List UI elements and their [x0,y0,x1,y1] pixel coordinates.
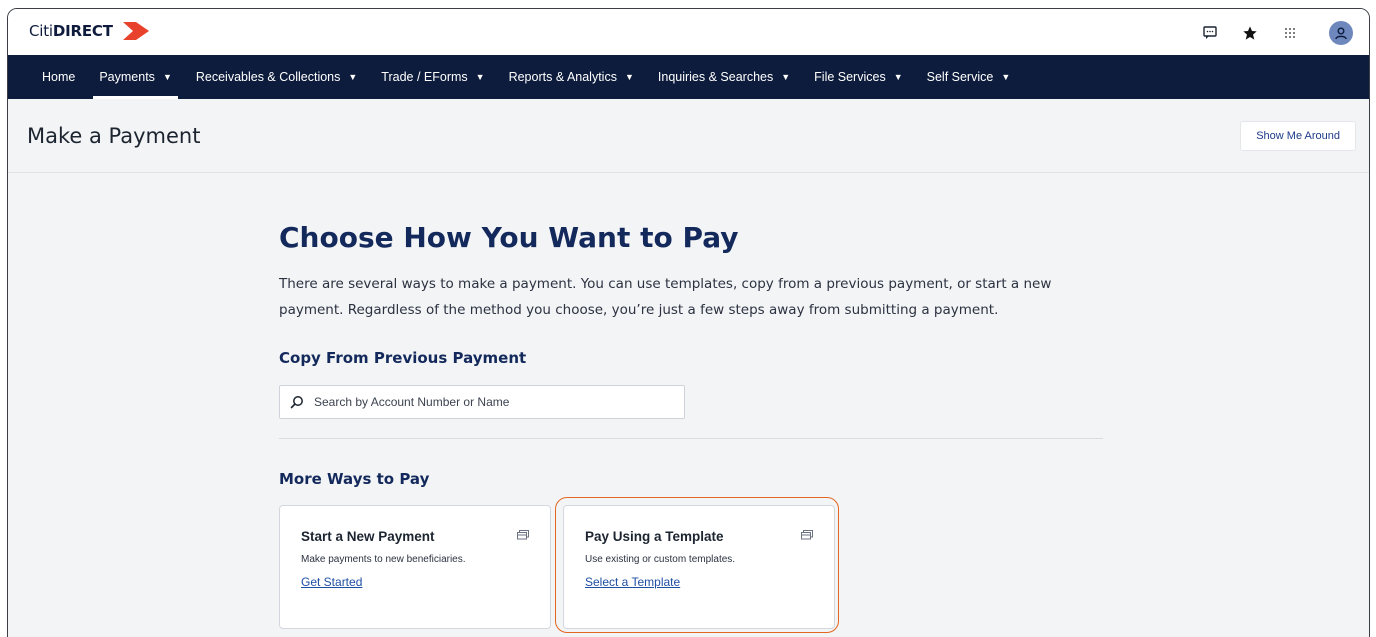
nav-payments[interactable]: Payments ▼ [87,55,184,99]
start-new-payment-card[interactable]: Start a New Payment Make payments to new… [279,505,551,629]
caret-down-icon: ▼ [1001,72,1011,82]
search-box[interactable] [279,385,685,419]
nav-label: File Services [814,70,886,84]
apps-grid-icon[interactable] [1281,24,1299,42]
top-bar: CitiDIRECT [8,9,1369,55]
card-title: Start a New Payment [301,529,435,544]
nav-file-services[interactable]: File Services ▼ [802,55,914,99]
nav-receivables[interactable]: Receivables & Collections ▼ [184,55,369,99]
nav-label: Payments [99,70,155,84]
nav-label: Reports & Analytics [508,70,617,84]
caret-down-icon: ▼ [348,72,358,82]
search-icon [290,396,303,409]
description-text: There are several ways to make a payment… [279,276,1052,318]
nav-reports-analytics[interactable]: Reports & Analytics ▼ [497,55,646,99]
caret-down-icon: ▼ [624,72,634,82]
logo-arrow-icon [123,22,149,40]
payment-card-icon [517,530,529,540]
star-icon[interactable] [1241,24,1259,42]
nav-home[interactable]: Home [30,55,87,99]
nav-trade-eforms[interactable]: Trade / EForms ▼ [369,55,496,99]
caret-down-icon: ▼ [162,72,172,82]
payment-card-icon [801,530,813,540]
user-avatar-icon[interactable] [1329,21,1353,45]
main-content: Choose How You Want to Pay There are sev… [8,173,1369,637]
nav-label: Self Service [926,70,994,84]
chat-icon[interactable] [1201,24,1219,42]
nav-label: Trade / EForms [381,70,468,84]
nav-label: Inquiries & Searches [657,70,774,84]
caret-down-icon: ▼ [475,72,485,82]
show-me-around-button[interactable]: Show Me Around [1240,121,1356,151]
card-title: Pay Using a Template [585,529,724,544]
citidirect-logo[interactable]: CitiDIRECT [29,22,113,40]
page-title: Make a Payment [27,124,201,148]
copy-previous-heading: Copy From Previous Payment [279,349,527,367]
select-template-link[interactable]: Select a Template [585,575,680,589]
caret-down-icon: ▼ [893,72,903,82]
choose-heading: Choose How You Want to Pay [279,221,739,254]
logo-direct-text: DIRECT [52,22,113,40]
search-input[interactable] [314,395,674,409]
card-description: Use existing or custom templates. [585,554,736,565]
nav-self-service[interactable]: Self Service ▼ [915,55,1023,99]
app-window: CitiDIRECT Home Payments ▼ Receivables &… [7,8,1370,637]
main-nav: Home Payments ▼ Receivables & Collection… [8,55,1369,99]
pay-using-template-card[interactable]: Pay Using a Template Use existing or cus… [563,505,835,629]
logo-citi-text: Citi [29,22,53,40]
more-ways-heading: More Ways to Pay [279,470,430,488]
caret-down-icon: ▼ [781,72,791,82]
card-description: Make payments to new beneficiaries. [301,554,466,565]
page-header: Make a Payment Show Me Around [8,99,1369,173]
section-divider [279,438,1103,439]
nav-inquiries-searches[interactable]: Inquiries & Searches ▼ [646,55,802,99]
top-icons [1201,21,1353,45]
nav-label: Home [42,70,76,84]
get-started-link[interactable]: Get Started [301,575,362,589]
nav-label: Receivables & Collections [195,70,341,84]
